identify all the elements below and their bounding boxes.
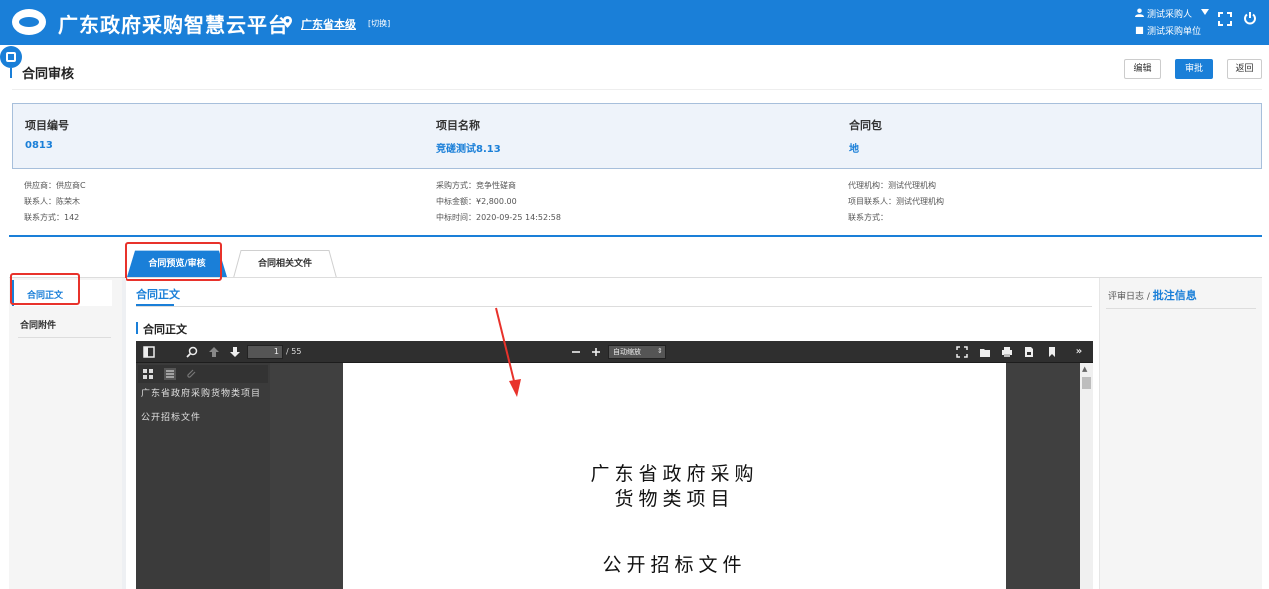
download-icon[interactable] xyxy=(1023,346,1035,358)
page-total: / 55 xyxy=(286,347,302,356)
agency-phone-line: 联系方式： xyxy=(848,213,888,222)
page-heading-line: 广东省政府采购 xyxy=(590,463,759,485)
project-number-value: 0813 xyxy=(25,140,53,151)
content-tab-contract-body[interactable]: 合同正文 xyxy=(136,286,180,302)
pdf-sidebar: 广东省政府采购货物类项目 公开招标文件 xyxy=(136,363,270,589)
page-heading-line: 公开招标文件 xyxy=(602,554,747,576)
thumbnail-view-icon[interactable] xyxy=(141,367,155,381)
attachments-view-icon[interactable] xyxy=(184,367,198,381)
previous-page-icon[interactable] xyxy=(208,346,220,358)
highlight-box-tab xyxy=(125,242,222,281)
content-rule xyxy=(136,306,1092,307)
chevron-down-icon[interactable] xyxy=(1201,9,1209,15)
zoom-out-icon[interactable] xyxy=(570,346,582,358)
review-log-panel xyxy=(1099,278,1262,589)
review-log-title: 评审日志 / 批注信息 xyxy=(1108,287,1197,303)
page-number-input[interactable]: 1 xyxy=(247,345,283,359)
location-pin-icon xyxy=(283,16,292,28)
nav-divider xyxy=(18,337,111,338)
platform-logo[interactable] xyxy=(12,9,46,35)
sidebar-toggle-icon[interactable] xyxy=(143,346,155,358)
approve-button[interactable]: 审批 xyxy=(1175,59,1213,79)
switch-region-link[interactable]: [切换] xyxy=(368,18,390,29)
user-organization: 测试采购单位 xyxy=(1147,27,1202,37)
title-accent xyxy=(10,68,12,78)
vertical-divider xyxy=(122,278,126,589)
back-button[interactable]: 返回 xyxy=(1227,59,1262,79)
annotation-arrow xyxy=(495,307,521,397)
contact-line: 联系人：陈荣木 xyxy=(24,197,80,206)
bookmark-icon[interactable] xyxy=(1046,346,1058,358)
contract-package-value: 地 xyxy=(849,144,859,155)
edit-button[interactable]: 编辑 xyxy=(1124,59,1161,79)
pdf-viewer[interactable]: 1 / 55 自动缩放 ⇕ » 广东省政府采购货物类项目 公开招标文件 广东省政… xyxy=(136,341,1093,589)
review-log-link[interactable]: 评审日志 / xyxy=(1108,292,1153,302)
menu-badge-icon[interactable] xyxy=(0,46,22,68)
bid-time-line: 中标时间：2020-09-25 14:52:58 xyxy=(436,213,561,222)
bid-amount-line: 中标金额：¥2,800.00 xyxy=(436,197,517,206)
project-number-field: 项目编号 0813 xyxy=(25,117,69,151)
outline-item[interactable]: 广东省政府采购货物类项目 xyxy=(141,389,267,399)
top-navigation-bar: 广东政府采购智慧云平台 广东省本级 [切换] 测试采购人 测试采购单位 xyxy=(0,0,1269,45)
right-panel-divider xyxy=(1106,308,1256,309)
agency-details: 代理机构：测试代理机构 项目联系人：测试代理机构 联系方式： xyxy=(848,178,944,226)
project-number-label: 项目编号 xyxy=(25,119,69,132)
sidebar-toolbar xyxy=(138,365,268,383)
procurement-method-line: 采购方式：竞争性磋商 xyxy=(436,181,516,190)
supplier-details: 供应商：供应商C 联系人：陈荣木 联系方式：142 xyxy=(24,178,86,226)
region-selector[interactable]: 广东省本级 xyxy=(301,16,356,32)
next-page-icon[interactable] xyxy=(229,346,241,358)
zoom-in-icon[interactable] xyxy=(590,346,602,358)
user-icon xyxy=(1135,8,1144,17)
print-icon[interactable] xyxy=(1001,346,1013,358)
section-divider xyxy=(9,235,1262,237)
fullscreen-icon[interactable] xyxy=(1218,12,1232,26)
section-accent xyxy=(136,322,138,334)
project-contact-line: 项目联系人：测试代理机构 xyxy=(848,197,944,206)
page-heading-line: 货物类项目 xyxy=(614,488,735,510)
pdf-page: 广东省政府采购 货物类项目 公开招标文件 xyxy=(343,363,1006,589)
chevron-down-icon: ⇕ xyxy=(657,347,663,355)
nav-item-contract-attachments[interactable]: 合同附件 xyxy=(20,318,56,331)
highlight-box-nav xyxy=(10,273,80,305)
procurement-details: 采购方式：竞争性磋商 中标金额：¥2,800.00 中标时间：2020-09-2… xyxy=(436,178,561,226)
supplier-line: 供应商：供应商C xyxy=(24,181,86,190)
app-title[interactable]: 广东政府采购智慧云平台 xyxy=(58,9,289,38)
page-title: 合同审核 xyxy=(22,67,75,82)
organization-icon xyxy=(1135,26,1144,34)
presentation-mode-icon[interactable] xyxy=(956,346,968,358)
contract-package-field: 合同包 地 xyxy=(849,117,882,155)
annotation-info-title[interactable]: 批注信息 xyxy=(1153,289,1197,302)
user-name[interactable]: 测试采购人 xyxy=(1147,7,1192,20)
contract-package-label: 合同包 xyxy=(849,119,882,132)
open-file-icon[interactable] xyxy=(979,346,991,358)
more-tools-icon[interactable]: » xyxy=(1073,346,1085,358)
agency-line: 代理机构：测试代理机构 xyxy=(848,181,936,190)
section-title: 合同正文 xyxy=(143,323,187,336)
pdf-toolbar: 1 / 55 自动缩放 ⇕ » xyxy=(136,341,1093,363)
search-icon[interactable] xyxy=(186,346,198,358)
scroll-up-icon[interactable]: ▲ xyxy=(1082,365,1087,373)
divider xyxy=(12,89,1262,90)
project-name-label: 项目名称 xyxy=(436,119,480,132)
power-icon[interactable] xyxy=(1243,11,1257,25)
outline-item[interactable]: 公开招标文件 xyxy=(141,413,267,423)
project-name-field: 项目名称 竞磋测试8.13 xyxy=(436,117,501,155)
scroll-thumb[interactable] xyxy=(1082,377,1091,389)
project-name-value: 竞磋测试8.13 xyxy=(436,144,501,155)
pdf-scrollbar[interactable]: ▲ xyxy=(1080,363,1093,589)
outline-view-icon[interactable] xyxy=(163,367,177,381)
phone-line: 联系方式：142 xyxy=(24,213,80,222)
tab-contract-related-files[interactable]: 合同相关文件 xyxy=(233,251,337,277)
contract-summary-box: 项目编号 0813 项目名称 竞磋测试8.13 合同包 地 xyxy=(12,103,1262,169)
